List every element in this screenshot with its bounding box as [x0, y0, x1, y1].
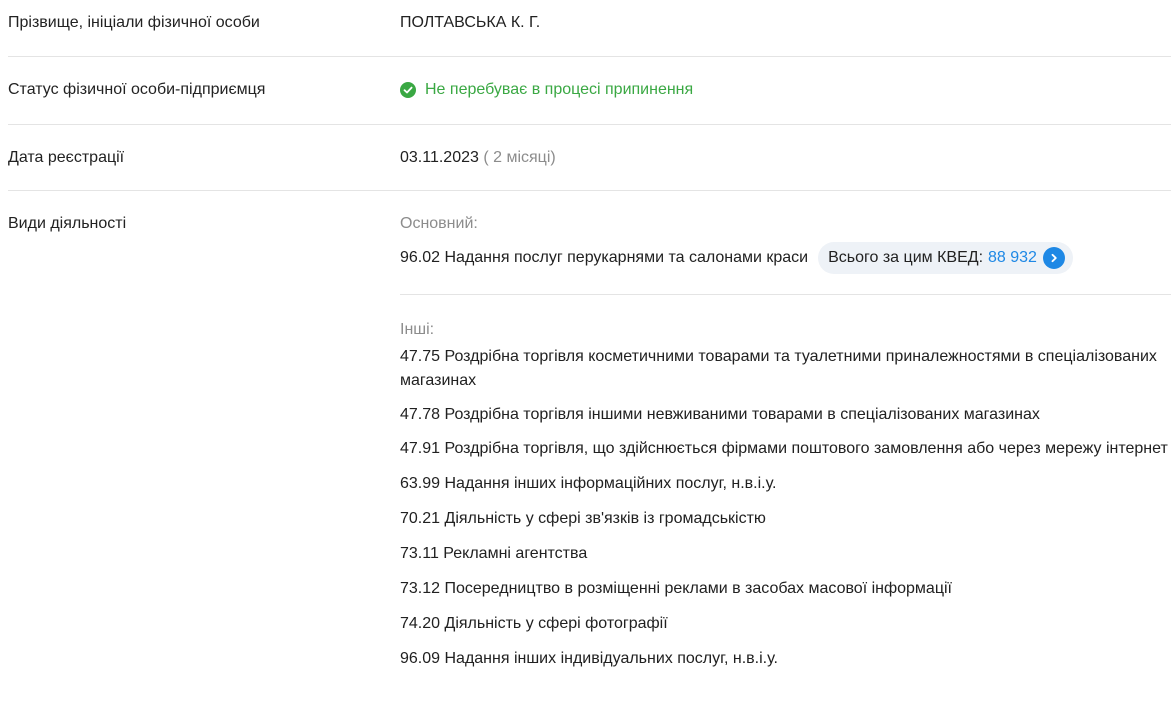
name-label: Прізвище, ініціали фізичної особи	[8, 14, 260, 31]
activities-list: Основний: 96.02 Надання послуг перукарня…	[400, 213, 1171, 671]
fop-details-card: Прізвище, ініціали фізичної особи ПОЛТАВ…	[0, 0, 1175, 671]
kved-total-label: Всього за цим КВЕД:	[828, 249, 984, 266]
registration-date-value: 03.11.2023	[400, 149, 479, 166]
activity-item: 47.91 Роздрібна торгівля, що здійснюєтьс…	[400, 440, 1168, 457]
status-row: Статус фізичної особи-підприємця Не пере…	[8, 57, 1171, 125]
name-value: ПОЛТАВСЬКА К. Г.	[400, 14, 541, 31]
activities-label: Види діяльності	[8, 215, 127, 232]
activity-item: 47.78 Роздрібна торгівля іншими невживан…	[400, 406, 1040, 423]
kved-total-badge[interactable]: Всього за цим КВЕД: 88 932	[818, 242, 1073, 274]
status-label: Статус фізичної особи-підприємця	[8, 81, 266, 98]
primary-activity: 96.02 Надання послуг перукарнями та сало…	[400, 249, 809, 266]
kved-total-count[interactable]: 88 932	[988, 247, 1037, 269]
activity-item: 70.21 Діяльність у сфері зв'язків із гро…	[400, 510, 766, 527]
other-activities-heading: Інші:	[400, 321, 435, 338]
activity-item: 63.99 Надання інших інформаційних послуг…	[400, 475, 777, 492]
activity-item: 73.12 Посередництво в розміщенні реклами…	[400, 580, 952, 597]
activities-row: Види діяльності Основний: 96.02 Надання …	[8, 191, 1171, 671]
name-row: Прізвище, ініціали фізичної особи ПОЛТАВ…	[8, 0, 1171, 57]
registration-date-label: Дата реєстрації	[8, 149, 125, 166]
activity-item: 74.20 Діяльність у сфері фотографії	[400, 615, 668, 632]
activity-item: 73.11 Рекламні агентства	[400, 545, 588, 562]
check-circle-icon	[400, 82, 416, 98]
activity-item: 47.75 Роздрібна торгівля косметичними то…	[400, 348, 1157, 389]
status-text: Не перебуває в процесі припинення	[425, 81, 694, 98]
activity-item: 96.09 Надання інших індивідуальних послу…	[400, 650, 778, 667]
registration-age-note: ( 2 місяці)	[483, 149, 556, 166]
chevron-right-icon[interactable]	[1042, 247, 1065, 269]
primary-activity-heading: Основний:	[400, 215, 478, 232]
activities-divider	[400, 294, 1171, 295]
registration-date-row: Дата реєстрації 03.11.2023 ( 2 місяці)	[8, 125, 1171, 191]
status-value: Не перебуває в процесі припинення	[400, 79, 1171, 101]
